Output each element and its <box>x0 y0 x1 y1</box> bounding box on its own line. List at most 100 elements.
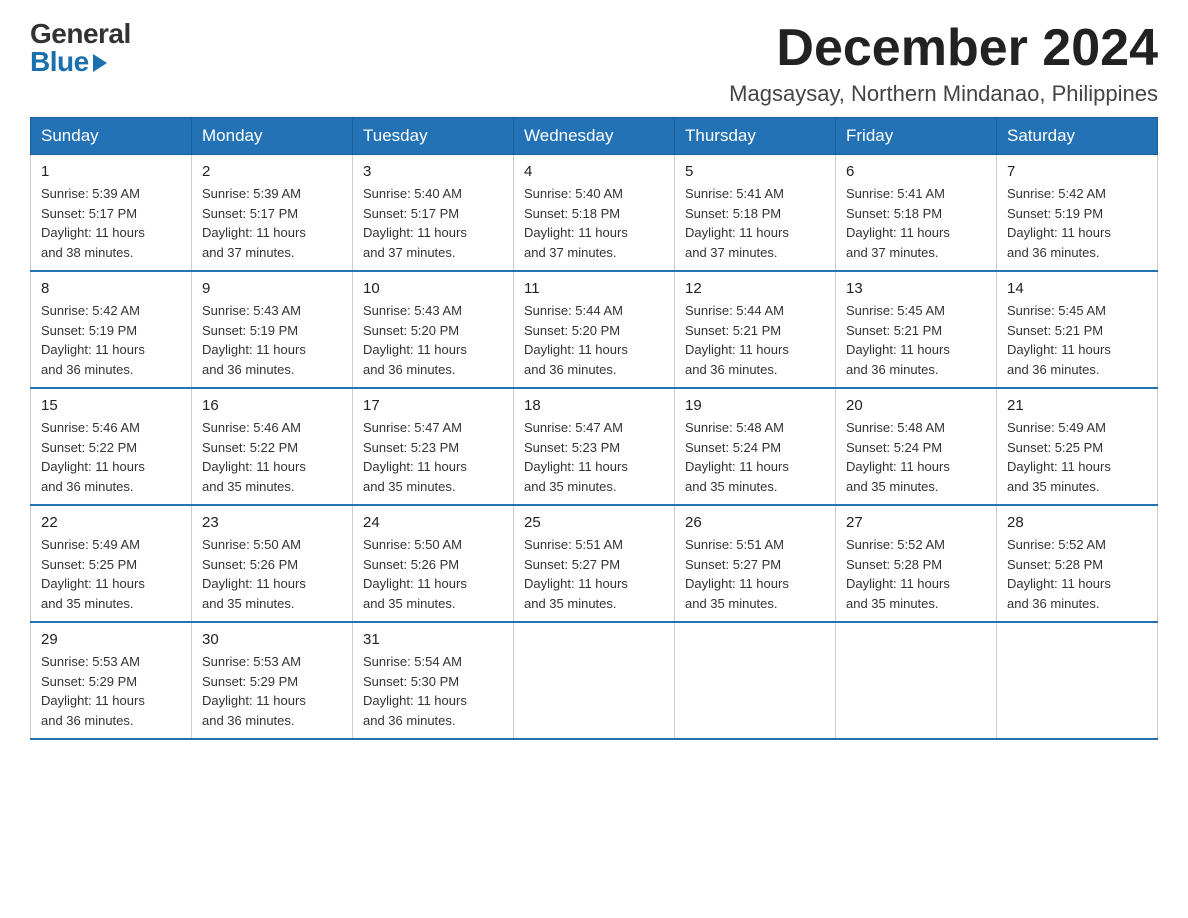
day-number: 29 <box>41 631 181 648</box>
day-info: Sunrise: 5:51 AM Sunset: 5:27 PM Dayligh… <box>524 535 664 613</box>
day-info: Sunrise: 5:42 AM Sunset: 5:19 PM Dayligh… <box>1007 184 1147 262</box>
day-number: 5 <box>685 163 825 180</box>
calendar-cell: 29 Sunrise: 5:53 AM Sunset: 5:29 PM Dayl… <box>31 622 192 739</box>
location-subtitle: Magsaysay, Northern Mindanao, Philippine… <box>729 81 1158 107</box>
week-row-1: 1 Sunrise: 5:39 AM Sunset: 5:17 PM Dayli… <box>31 155 1158 272</box>
page-header: General Blue December 2024 Magsaysay, No… <box>30 20 1158 107</box>
calendar-cell: 26 Sunrise: 5:51 AM Sunset: 5:27 PM Dayl… <box>675 505 836 622</box>
day-number: 28 <box>1007 514 1147 531</box>
week-row-5: 29 Sunrise: 5:53 AM Sunset: 5:29 PM Dayl… <box>31 622 1158 739</box>
day-info: Sunrise: 5:40 AM Sunset: 5:18 PM Dayligh… <box>524 184 664 262</box>
day-number: 13 <box>846 280 986 297</box>
calendar-cell: 17 Sunrise: 5:47 AM Sunset: 5:23 PM Dayl… <box>353 388 514 505</box>
day-number: 7 <box>1007 163 1147 180</box>
calendar-header: Sunday Monday Tuesday Wednesday Thursday… <box>31 118 1158 155</box>
day-number: 31 <box>363 631 503 648</box>
day-info: Sunrise: 5:52 AM Sunset: 5:28 PM Dayligh… <box>1007 535 1147 613</box>
day-number: 24 <box>363 514 503 531</box>
day-info: Sunrise: 5:49 AM Sunset: 5:25 PM Dayligh… <box>1007 418 1147 496</box>
calendar-cell: 12 Sunrise: 5:44 AM Sunset: 5:21 PM Dayl… <box>675 271 836 388</box>
calendar-cell: 9 Sunrise: 5:43 AM Sunset: 5:19 PM Dayli… <box>192 271 353 388</box>
calendar-cell: 6 Sunrise: 5:41 AM Sunset: 5:18 PM Dayli… <box>836 155 997 272</box>
day-number: 30 <box>202 631 342 648</box>
day-info: Sunrise: 5:40 AM Sunset: 5:17 PM Dayligh… <box>363 184 503 262</box>
calendar-cell: 8 Sunrise: 5:42 AM Sunset: 5:19 PM Dayli… <box>31 271 192 388</box>
calendar-cell: 7 Sunrise: 5:42 AM Sunset: 5:19 PM Dayli… <box>997 155 1158 272</box>
day-number: 15 <box>41 397 181 414</box>
day-info: Sunrise: 5:53 AM Sunset: 5:29 PM Dayligh… <box>202 652 342 730</box>
day-info: Sunrise: 5:41 AM Sunset: 5:18 PM Dayligh… <box>846 184 986 262</box>
logo: General Blue <box>30 20 131 76</box>
calendar-cell: 15 Sunrise: 5:46 AM Sunset: 5:22 PM Dayl… <box>31 388 192 505</box>
calendar-cell: 14 Sunrise: 5:45 AM Sunset: 5:21 PM Dayl… <box>997 271 1158 388</box>
calendar-cell: 28 Sunrise: 5:52 AM Sunset: 5:28 PM Dayl… <box>997 505 1158 622</box>
calendar-table: Sunday Monday Tuesday Wednesday Thursday… <box>30 117 1158 740</box>
day-info: Sunrise: 5:54 AM Sunset: 5:30 PM Dayligh… <box>363 652 503 730</box>
day-number: 18 <box>524 397 664 414</box>
calendar-cell: 3 Sunrise: 5:40 AM Sunset: 5:17 PM Dayli… <box>353 155 514 272</box>
day-info: Sunrise: 5:52 AM Sunset: 5:28 PM Dayligh… <box>846 535 986 613</box>
calendar-cell: 19 Sunrise: 5:48 AM Sunset: 5:24 PM Dayl… <box>675 388 836 505</box>
calendar-cell: 1 Sunrise: 5:39 AM Sunset: 5:17 PM Dayli… <box>31 155 192 272</box>
day-number: 2 <box>202 163 342 180</box>
day-info: Sunrise: 5:43 AM Sunset: 5:19 PM Dayligh… <box>202 301 342 379</box>
day-number: 11 <box>524 280 664 297</box>
calendar-cell: 10 Sunrise: 5:43 AM Sunset: 5:20 PM Dayl… <box>353 271 514 388</box>
day-info: Sunrise: 5:42 AM Sunset: 5:19 PM Dayligh… <box>41 301 181 379</box>
calendar-cell: 27 Sunrise: 5:52 AM Sunset: 5:28 PM Dayl… <box>836 505 997 622</box>
header-row: Sunday Monday Tuesday Wednesday Thursday… <box>31 118 1158 155</box>
day-number: 16 <box>202 397 342 414</box>
calendar-cell <box>514 622 675 739</box>
day-info: Sunrise: 5:45 AM Sunset: 5:21 PM Dayligh… <box>846 301 986 379</box>
day-info: Sunrise: 5:47 AM Sunset: 5:23 PM Dayligh… <box>524 418 664 496</box>
calendar-cell <box>675 622 836 739</box>
day-number: 12 <box>685 280 825 297</box>
calendar-cell: 31 Sunrise: 5:54 AM Sunset: 5:30 PM Dayl… <box>353 622 514 739</box>
col-wednesday: Wednesday <box>514 118 675 155</box>
calendar-body: 1 Sunrise: 5:39 AM Sunset: 5:17 PM Dayli… <box>31 155 1158 740</box>
month-title: December 2024 <box>729 20 1158 77</box>
day-number: 25 <box>524 514 664 531</box>
week-row-3: 15 Sunrise: 5:46 AM Sunset: 5:22 PM Dayl… <box>31 388 1158 505</box>
day-info: Sunrise: 5:46 AM Sunset: 5:22 PM Dayligh… <box>202 418 342 496</box>
day-info: Sunrise: 5:47 AM Sunset: 5:23 PM Dayligh… <box>363 418 503 496</box>
title-block: December 2024 Magsaysay, Northern Mindan… <box>729 20 1158 107</box>
col-thursday: Thursday <box>675 118 836 155</box>
day-info: Sunrise: 5:51 AM Sunset: 5:27 PM Dayligh… <box>685 535 825 613</box>
calendar-cell: 24 Sunrise: 5:50 AM Sunset: 5:26 PM Dayl… <box>353 505 514 622</box>
day-number: 8 <box>41 280 181 297</box>
calendar-cell <box>997 622 1158 739</box>
calendar-cell: 21 Sunrise: 5:49 AM Sunset: 5:25 PM Dayl… <box>997 388 1158 505</box>
day-number: 23 <box>202 514 342 531</box>
calendar-cell: 5 Sunrise: 5:41 AM Sunset: 5:18 PM Dayli… <box>675 155 836 272</box>
day-info: Sunrise: 5:39 AM Sunset: 5:17 PM Dayligh… <box>41 184 181 262</box>
day-number: 1 <box>41 163 181 180</box>
col-sunday: Sunday <box>31 118 192 155</box>
calendar-cell: 18 Sunrise: 5:47 AM Sunset: 5:23 PM Dayl… <box>514 388 675 505</box>
col-tuesday: Tuesday <box>353 118 514 155</box>
day-info: Sunrise: 5:43 AM Sunset: 5:20 PM Dayligh… <box>363 301 503 379</box>
day-info: Sunrise: 5:50 AM Sunset: 5:26 PM Dayligh… <box>363 535 503 613</box>
calendar-cell: 23 Sunrise: 5:50 AM Sunset: 5:26 PM Dayl… <box>192 505 353 622</box>
logo-blue-text: Blue <box>30 48 107 76</box>
day-number: 17 <box>363 397 503 414</box>
calendar-cell: 13 Sunrise: 5:45 AM Sunset: 5:21 PM Dayl… <box>836 271 997 388</box>
calendar-cell: 16 Sunrise: 5:46 AM Sunset: 5:22 PM Dayl… <box>192 388 353 505</box>
logo-triangle-icon <box>93 54 107 72</box>
day-number: 14 <box>1007 280 1147 297</box>
calendar-cell: 4 Sunrise: 5:40 AM Sunset: 5:18 PM Dayli… <box>514 155 675 272</box>
day-number: 27 <box>846 514 986 531</box>
day-info: Sunrise: 5:49 AM Sunset: 5:25 PM Dayligh… <box>41 535 181 613</box>
col-monday: Monday <box>192 118 353 155</box>
day-info: Sunrise: 5:44 AM Sunset: 5:20 PM Dayligh… <box>524 301 664 379</box>
day-number: 19 <box>685 397 825 414</box>
calendar-cell: 20 Sunrise: 5:48 AM Sunset: 5:24 PM Dayl… <box>836 388 997 505</box>
week-row-2: 8 Sunrise: 5:42 AM Sunset: 5:19 PM Dayli… <box>31 271 1158 388</box>
day-number: 6 <box>846 163 986 180</box>
day-number: 4 <box>524 163 664 180</box>
day-info: Sunrise: 5:41 AM Sunset: 5:18 PM Dayligh… <box>685 184 825 262</box>
calendar-cell: 11 Sunrise: 5:44 AM Sunset: 5:20 PM Dayl… <box>514 271 675 388</box>
day-info: Sunrise: 5:50 AM Sunset: 5:26 PM Dayligh… <box>202 535 342 613</box>
calendar-cell: 25 Sunrise: 5:51 AM Sunset: 5:27 PM Dayl… <box>514 505 675 622</box>
day-info: Sunrise: 5:46 AM Sunset: 5:22 PM Dayligh… <box>41 418 181 496</box>
